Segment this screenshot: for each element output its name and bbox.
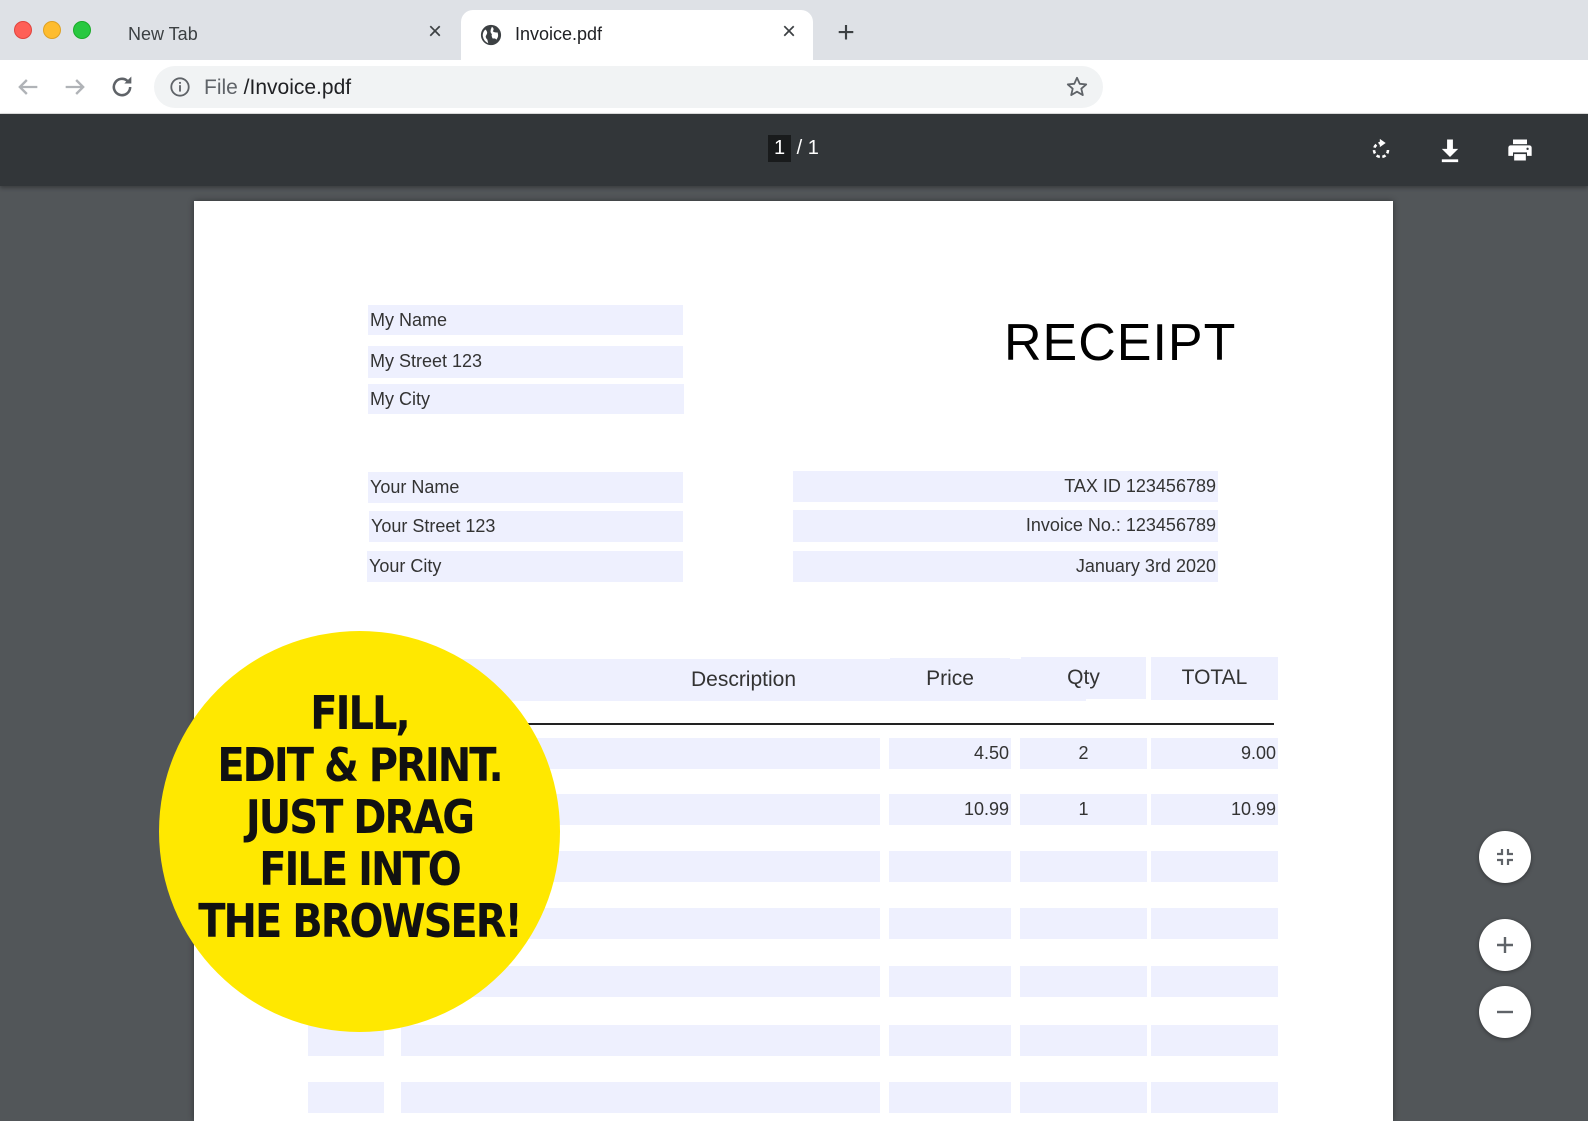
- browser-toolbar: File /Invoice.pdf: [0, 60, 1588, 114]
- tax-id-field[interactable]: TAX ID 123456789: [793, 471, 1218, 502]
- column-header-total: TOTAL: [1151, 657, 1278, 700]
- url-text: File /Invoice.pdf: [204, 76, 351, 100]
- item-total-cell[interactable]: [1151, 1082, 1278, 1113]
- page-total: 1: [807, 137, 819, 159]
- tab-close-button[interactable]: ×: [777, 20, 801, 44]
- address-bar[interactable]: File /Invoice.pdf: [154, 66, 1103, 108]
- globe-icon: [480, 24, 502, 46]
- item-total-cell[interactable]: [1151, 966, 1278, 997]
- zoom-out-button[interactable]: [1479, 986, 1531, 1038]
- promo-line: EDIT & PRINT.: [217, 739, 503, 793]
- item-qty-cell[interactable]: [1020, 908, 1147, 939]
- plus-icon: [1497, 937, 1513, 953]
- printer-icon[interactable]: [1506, 136, 1534, 164]
- fit-to-page-icon: [1497, 849, 1513, 865]
- item-number-cell[interactable]: [308, 1082, 384, 1113]
- promo-line: JUST DRAG: [245, 791, 475, 845]
- recipient-street-field[interactable]: Your Street 123: [369, 511, 683, 542]
- item-price-cell[interactable]: 10.99: [889, 794, 1011, 825]
- recipient-city-field[interactable]: Your City: [367, 551, 683, 582]
- invoice-date-field[interactable]: January 3rd 2020: [793, 551, 1218, 582]
- arrow-right-icon[interactable]: [61, 73, 89, 101]
- rotate-icon[interactable]: [1367, 136, 1395, 164]
- document-title: RECEIPT: [1004, 314, 1237, 372]
- tab-invoice-pdf[interactable]: Invoice.pdf ×: [461, 10, 813, 60]
- window-zoom-button[interactable]: [73, 21, 91, 39]
- item-description-cell[interactable]: [401, 1082, 880, 1113]
- item-total-cell[interactable]: [1151, 908, 1278, 939]
- item-price-cell[interactable]: 4.50: [889, 738, 1011, 769]
- tab-strip: New Tab × Invoice.pdf × +: [0, 0, 1588, 60]
- new-tab-button[interactable]: +: [832, 18, 860, 48]
- tab-new-tab[interactable]: New Tab ×: [108, 10, 453, 60]
- star-icon[interactable]: [1065, 75, 1089, 99]
- item-qty-cell[interactable]: [1020, 966, 1147, 997]
- tab-title: Invoice.pdf: [515, 24, 603, 44]
- tab-close-button[interactable]: ×: [423, 20, 447, 44]
- window-minimize-button[interactable]: [43, 21, 61, 39]
- reload-icon[interactable]: [108, 73, 136, 101]
- item-qty-cell[interactable]: [1020, 851, 1147, 882]
- sender-street-field[interactable]: My Street 123: [368, 346, 683, 378]
- promo-badge: FILL, EDIT & PRINT. JUST DRAG FILE INTO …: [159, 631, 560, 1032]
- arrow-left-icon[interactable]: [14, 73, 42, 101]
- item-price-cell[interactable]: [889, 1082, 1011, 1113]
- url-scheme: File: [204, 76, 238, 99]
- item-qty-cell[interactable]: [1020, 1082, 1147, 1113]
- promo-line: FILL,: [310, 687, 410, 741]
- item-description-cell[interactable]: [401, 1025, 880, 1056]
- window-close-button[interactable]: [14, 21, 32, 39]
- column-header-price: Price: [890, 658, 1010, 700]
- invoice-number-field[interactable]: Invoice No.: 123456789: [793, 510, 1218, 542]
- tab-title: New Tab: [128, 24, 198, 44]
- url-path: /Invoice.pdf: [237, 76, 352, 99]
- page-indicator: 1 / 1: [768, 135, 819, 163]
- download-icon[interactable]: [1436, 136, 1464, 164]
- item-qty-cell[interactable]: 1: [1020, 794, 1147, 825]
- item-total-cell[interactable]: [1151, 851, 1278, 882]
- item-price-cell[interactable]: [889, 851, 1011, 882]
- column-header-qty: Qty: [1021, 657, 1146, 699]
- page-number-input[interactable]: 1: [768, 135, 792, 162]
- zoom-in-button[interactable]: [1479, 919, 1531, 971]
- item-total-cell[interactable]: 9.00: [1151, 738, 1278, 769]
- item-qty-cell[interactable]: [1020, 1025, 1147, 1056]
- minus-icon: [1497, 1010, 1513, 1014]
- item-price-cell[interactable]: [889, 1025, 1011, 1056]
- page-separator: /: [791, 137, 808, 159]
- promo-line: FILE INTO: [259, 843, 462, 897]
- item-price-cell[interactable]: [889, 908, 1011, 939]
- promo-line: THE BROWSER!: [198, 895, 523, 949]
- sender-city-field[interactable]: My City: [368, 384, 684, 414]
- item-total-cell[interactable]: [1151, 1025, 1278, 1056]
- item-qty-cell[interactable]: 2: [1020, 738, 1147, 769]
- fit-to-page-button[interactable]: [1479, 831, 1531, 883]
- item-price-cell[interactable]: [889, 966, 1011, 997]
- sender-name-field[interactable]: My Name: [368, 305, 683, 335]
- recipient-name-field[interactable]: Your Name: [368, 472, 683, 503]
- pdf-toolbar: 1 / 1: [0, 114, 1588, 186]
- item-total-cell[interactable]: 10.99: [1151, 794, 1278, 825]
- info-icon[interactable]: [169, 76, 191, 98]
